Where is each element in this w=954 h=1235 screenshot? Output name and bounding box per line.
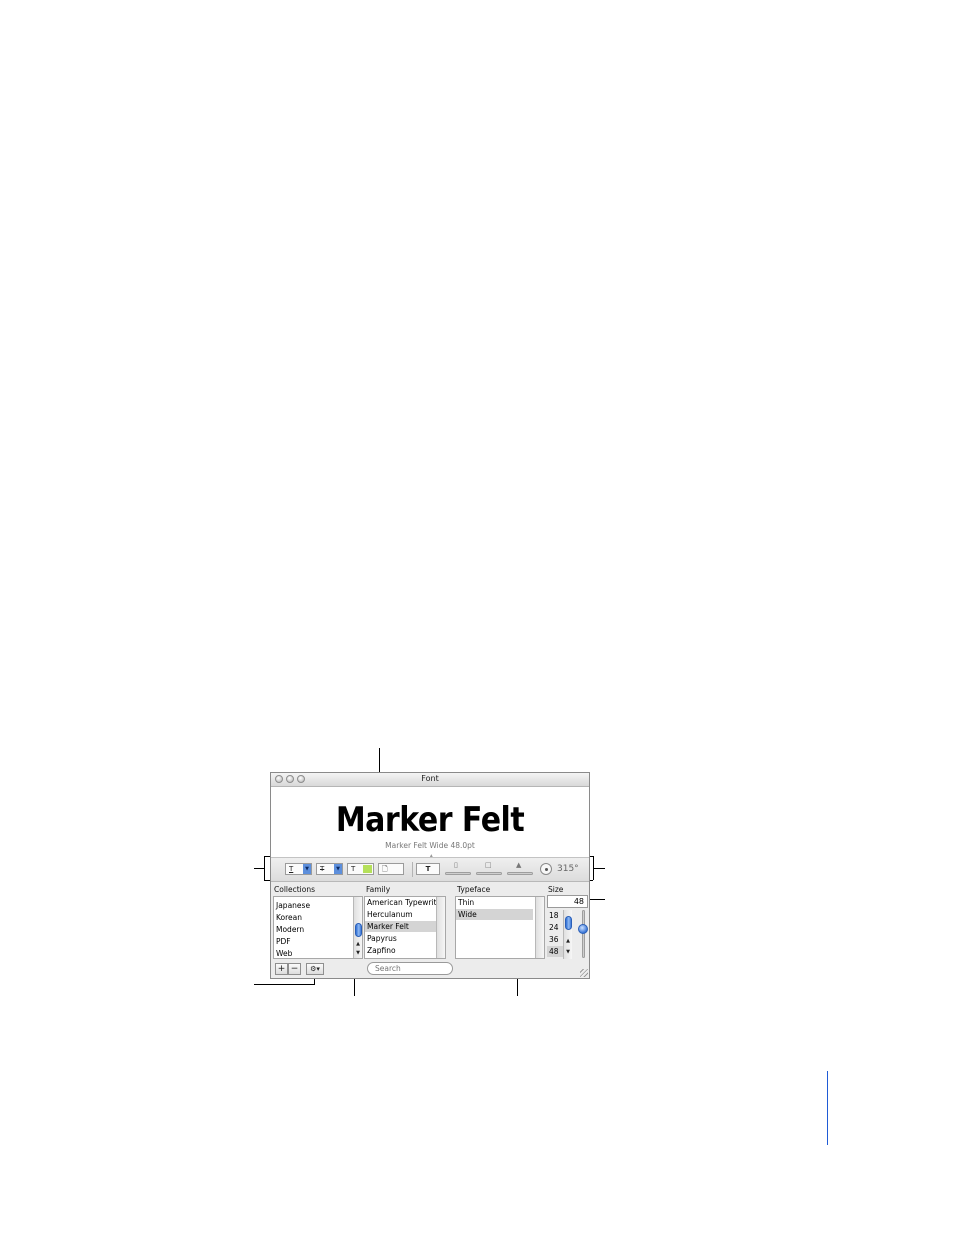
list-item[interactable]: 18 [549, 910, 559, 921]
text-color-swatch [363, 865, 372, 873]
collections-scrollbar[interactable]: ▲ ▼ [353, 897, 362, 958]
chevron-down-icon[interactable]: ▼ [303, 864, 311, 874]
list-item[interactable]: Herculanum [367, 909, 413, 920]
window-title: Font [421, 774, 439, 783]
size-scrollbar[interactable]: ▲ ▼ [563, 910, 572, 959]
underline-button[interactable]: T ▼ [285, 863, 312, 875]
size-slider-knob[interactable] [578, 924, 588, 934]
size-list[interactable]: 18 24 36 48 ▲ ▼ [547, 910, 572, 959]
scroll-down-icon[interactable]: ▼ [564, 948, 572, 957]
list-item[interactable]: American Typewriter [367, 897, 444, 908]
typeface-list[interactable]: Thin Wide [455, 896, 545, 959]
strikethrough-icon: T [320, 865, 325, 873]
strikethrough-button[interactable]: T ▼ [316, 863, 343, 875]
collections-header: Collections [274, 885, 316, 894]
typeface-scrollbar[interactable] [535, 897, 544, 958]
scroll-down-icon[interactable]: ▼ [354, 949, 362, 958]
size-header: Size [548, 885, 564, 894]
font-panel-window: Font Marker Felt Marker Felt Wide 48.0pt… [270, 772, 590, 979]
action-menu-button[interactable]: ⚙▾ [306, 963, 324, 975]
slider-track [476, 872, 502, 875]
shadow-angle-dial[interactable] [540, 863, 552, 875]
list-item-selected[interactable]: Marker Felt [365, 921, 445, 932]
underline-icon: T [289, 865, 294, 873]
slider-track [507, 872, 533, 875]
offset-icon: ▲ [516, 861, 522, 869]
font-preview-area: Marker Felt Marker Felt Wide 48.0pt ▲ [271, 787, 589, 860]
list-item[interactable]: Web [276, 948, 292, 959]
blur-icon: □ [485, 861, 492, 869]
add-collection-button[interactable]: + [275, 963, 288, 975]
list-item-selected[interactable]: 48 [547, 946, 563, 957]
toolbar-divider [412, 862, 413, 877]
document-icon: 🗋 [382, 865, 388, 873]
list-item[interactable]: 24 [549, 922, 559, 933]
list-item[interactable]: Modern [276, 924, 304, 935]
scroll-thumb[interactable] [565, 916, 572, 930]
remove-collection-button[interactable]: − [288, 963, 301, 975]
shadow-angle-value: 315° [557, 864, 579, 874]
callout-action-hline [254, 984, 315, 985]
shadow-offset-slider[interactable]: ▲ [507, 861, 533, 878]
list-item[interactable]: Korean [276, 912, 302, 923]
list-item[interactable]: Papyrus [367, 933, 397, 944]
family-header: Family [366, 885, 391, 894]
resize-grip-icon[interactable] [580, 969, 588, 977]
collections-list[interactable]: Japanese Korean Modern PDF Web ▲ ▼ [273, 896, 363, 959]
scroll-up-icon[interactable]: ▲ [564, 937, 572, 946]
document-color-button[interactable]: 🗋 [378, 863, 404, 875]
preview-description: Marker Felt Wide 48.0pt [385, 841, 475, 850]
shadow-opacity-slider[interactable]: ▯ [445, 861, 471, 878]
slider-track [445, 872, 471, 875]
callout-effects-left-line [254, 868, 264, 869]
dial-indicator [545, 868, 548, 871]
size-input[interactable]: 48 [547, 895, 588, 908]
scroll-up-icon[interactable]: ▲ [354, 940, 362, 949]
text-color-button[interactable]: T [347, 863, 374, 875]
size-slider-track[interactable] [582, 910, 585, 958]
preview-sample-text: Marker Felt [335, 800, 525, 841]
page-margin-bar [827, 1071, 828, 1145]
family-list[interactable]: American Typewriter Herculanum Marker Fe… [364, 896, 446, 959]
title-bar[interactable]: Font [271, 773, 589, 787]
effects-toolbar: T ▼ T ▼ T 🗋 T ▯ □ ▲ 315° [271, 857, 589, 882]
family-scrollbar[interactable] [436, 897, 445, 958]
shadow-icon: T [425, 865, 431, 873]
callout-effects-left-bracket [264, 856, 265, 880]
list-item-selected[interactable]: Wide [456, 909, 533, 920]
text-color-icon: T [351, 865, 356, 873]
chevron-down-icon[interactable]: ▼ [334, 864, 342, 874]
search-input[interactable] [367, 962, 453, 975]
list-item[interactable]: Zapfino [367, 945, 396, 956]
scroll-thumb[interactable] [355, 923, 362, 937]
list-item[interactable]: PDF [276, 936, 291, 947]
callout-effects-right-line [593, 868, 605, 869]
list-item[interactable]: Thin [458, 897, 474, 908]
text-shadow-button[interactable]: T [416, 863, 440, 875]
list-item[interactable]: Japanese [276, 900, 310, 911]
typeface-header: Typeface [457, 885, 491, 894]
list-item[interactable]: 36 [549, 934, 559, 945]
callout-size-line [590, 899, 605, 900]
opacity-icon: ▯ [454, 861, 458, 869]
shadow-blur-slider[interactable]: □ [476, 861, 502, 878]
